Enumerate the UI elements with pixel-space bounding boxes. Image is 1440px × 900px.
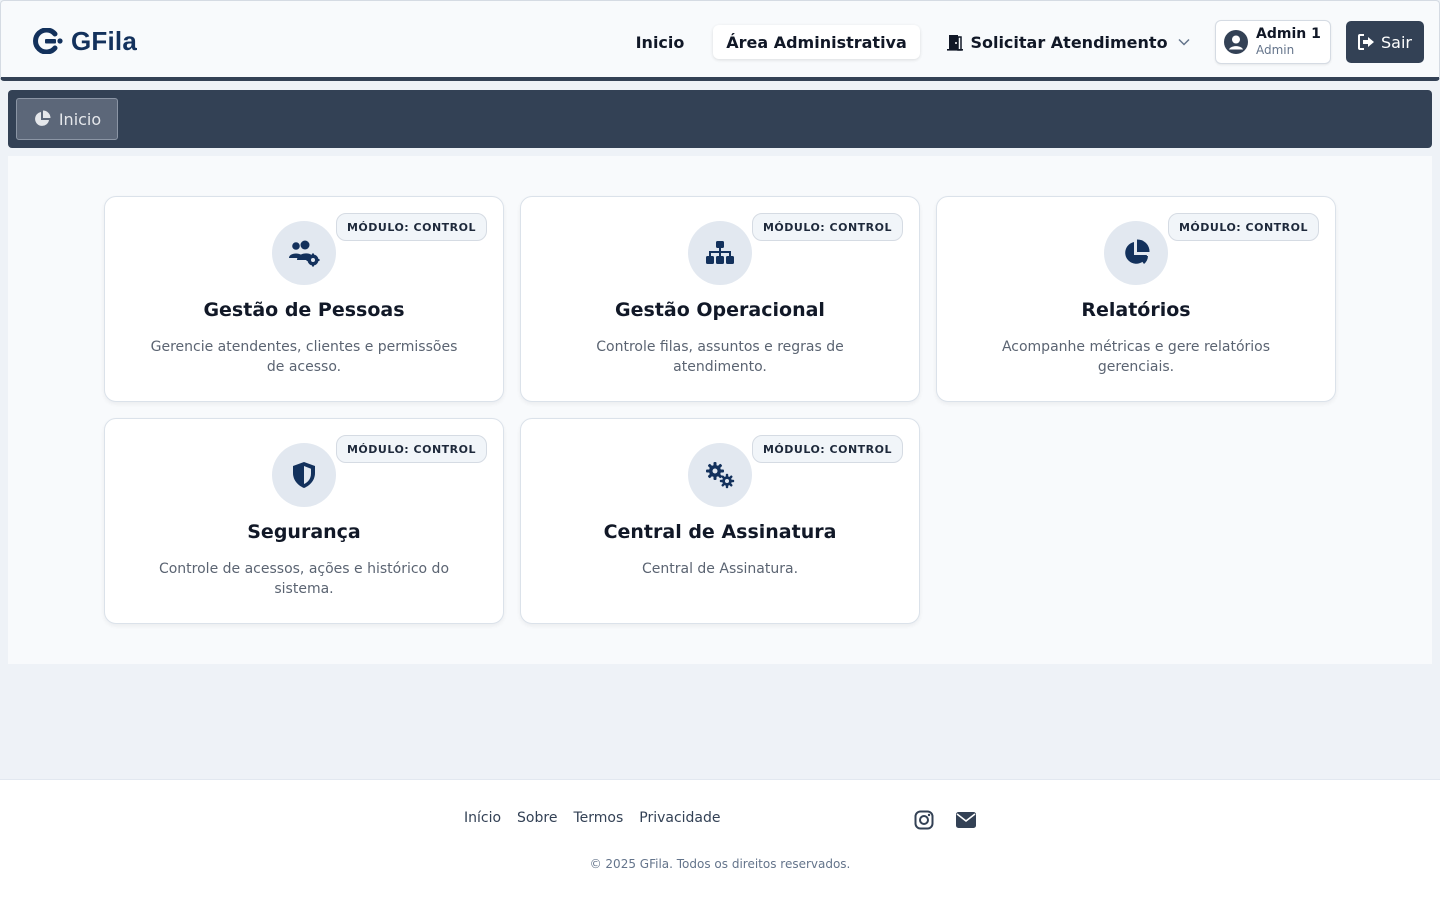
envelope-icon[interactable] <box>955 809 977 831</box>
user-avatar-icon <box>1224 30 1248 54</box>
footer-link-termos[interactable]: Termos <box>573 810 623 826</box>
footer-link-privacidade[interactable]: Privacidade <box>639 810 720 826</box>
gfila-logo-icon <box>33 28 63 54</box>
copyright-text: © 2025 GFila. Todos os direitos reservad… <box>589 857 851 871</box>
module-badge: MÓDULO: CONTROL <box>1167 213 1319 241</box>
logout-label: Sair <box>1381 32 1412 52</box>
breadcrumb-bar: Inicio <box>8 90 1432 148</box>
module-badge: MÓDULO: CONTROL <box>335 435 487 463</box>
card-title: Gestão Operacional <box>615 299 825 321</box>
module-badge: MÓDULO: CONTROL <box>751 435 903 463</box>
module-badge: MÓDULO: CONTROL <box>751 213 903 241</box>
module-grid: MÓDULO: CONTROL Gestão de Pessoas Gerenc… <box>8 156 1432 664</box>
user-role: Admin <box>1256 43 1295 58</box>
sitemap-icon <box>688 221 752 285</box>
logout-button[interactable]: Sair <box>1346 21 1424 63</box>
nav-solicitar-atendimento[interactable]: Solicitar Atendimento <box>939 25 1197 59</box>
card-title: Gestão de Pessoas <box>203 299 405 321</box>
card-gestao-pessoas[interactable]: MÓDULO: CONTROL Gestão de Pessoas Gerenc… <box>104 196 504 402</box>
pie-chart-icon <box>1104 221 1168 285</box>
brand-logo[interactable]: GFila <box>29 25 137 57</box>
user-menu[interactable]: Admin 1 Admin <box>1215 20 1331 64</box>
chevron-down-icon <box>1178 38 1190 46</box>
card-description: Central de Assinatura. <box>641 561 799 577</box>
nav-inicio[interactable]: Inicio <box>623 25 697 59</box>
card-title: Segurança <box>247 521 361 543</box>
gears-icon <box>688 443 752 507</box>
shield-icon <box>272 443 336 507</box>
card-description: Gerencie atendentes, clientes e permissõ… <box>150 339 458 375</box>
footer-link-inicio[interactable]: Início <box>464 810 501 826</box>
user-name: Admin 1 <box>1256 26 1321 43</box>
instagram-icon[interactable] <box>913 809 935 831</box>
card-title: Relatórios <box>1081 299 1191 321</box>
nav-solicitar-label: Solicitar Atendimento <box>970 32 1168 52</box>
footer-nav: Início Sobre Termos Privacidade <box>464 810 721 826</box>
pie-chart-icon <box>34 110 51 126</box>
card-relatorios[interactable]: MÓDULO: CONTROL Relatórios Acompanhe mét… <box>936 196 1336 402</box>
breadcrumb-inicio[interactable]: Inicio <box>16 98 118 140</box>
footer: Início Sobre Termos Privacidade © 2025 G… <box>0 779 1440 900</box>
breadcrumb-label: Inicio <box>58 109 102 129</box>
module-badge: MÓDULO: CONTROL <box>335 213 487 241</box>
sign-out-icon <box>1358 34 1374 50</box>
card-description: Controle filas, assuntos e regras de ate… <box>596 339 844 375</box>
card-title: Central de Assinatura <box>603 521 837 543</box>
top-navbar: GFila Inicio Área Administrativa Solicit… <box>0 0 1440 81</box>
card-seguranca[interactable]: MÓDULO: CONTROL Segurança Controle de ac… <box>104 418 504 624</box>
nav-area-administrativa[interactable]: Área Administrativa <box>713 25 920 59</box>
door-open-icon <box>947 35 964 51</box>
brand-name: GFila <box>71 25 138 56</box>
users-gear-icon <box>272 221 336 285</box>
footer-link-sobre[interactable]: Sobre <box>517 810 557 826</box>
card-gestao-operacional[interactable]: MÓDULO: CONTROL Gestão Operacional Contr… <box>520 196 920 402</box>
card-description: Acompanhe métricas e gere relatórios ger… <box>1001 339 1271 375</box>
card-description: Controle de acessos, ações e histórico d… <box>158 561 450 597</box>
card-central-assinatura[interactable]: MÓDULO: CONTROL Central de Assinatura Ce… <box>520 418 920 624</box>
